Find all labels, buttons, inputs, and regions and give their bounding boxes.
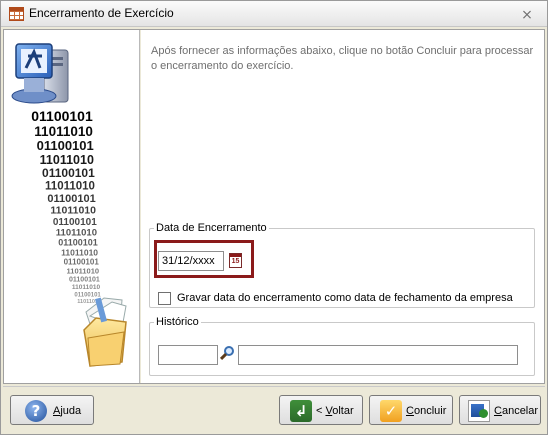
- help-icon: ?: [25, 400, 47, 422]
- historico-code-input[interactable]: [158, 345, 218, 365]
- binary-line: 11011010: [50, 205, 96, 217]
- intro-text: Após fornecer as informações abaixo, cli…: [151, 45, 534, 72]
- binary-line: 11011010: [61, 247, 98, 257]
- title-bar[interactable]: Encerramento de Exercício ⨯: [1, 1, 547, 27]
- wizard-side-panel: 01100101 11011010 01100101 11011010 01100101…: [4, 30, 140, 383]
- calendar-icon[interactable]: 15: [229, 253, 242, 268]
- search-icon[interactable]: [219, 345, 235, 363]
- binary-line: 11011010: [45, 181, 95, 193]
- open-folder-icon: [83, 297, 127, 367]
- binary-code-stream: 0110010111011010011001011101101001100101…: [31, 108, 101, 305]
- binary-line: 01100101: [58, 238, 98, 248]
- binary-line: 11011010: [67, 266, 100, 275]
- dialog-content: 01100101 11011010 01100101 11011010 01100101…: [3, 29, 545, 384]
- save-closing-date-checkbox[interactable]: [158, 292, 171, 305]
- closing-date-input[interactable]: [158, 251, 224, 271]
- historico-description-input[interactable]: [238, 345, 518, 365]
- binary-line: 11011010: [40, 153, 94, 167]
- binary-line: 01100101: [69, 277, 100, 284]
- cancel-icon: [468, 400, 490, 422]
- historico-group: Histórico: [149, 316, 535, 376]
- binary-line: 01100101: [53, 217, 97, 228]
- historico-group-legend: Histórico: [156, 316, 199, 328]
- binary-line: 01100101: [42, 166, 95, 180]
- footer-divider: [3, 386, 545, 387]
- binary-line: 01100101: [64, 258, 100, 267]
- checkmark-icon: ✓: [380, 400, 402, 422]
- save-closing-date-label: Gravar data do encerramento como data de…: [177, 292, 513, 304]
- date-group-legend: Data de Encerramento: [156, 222, 267, 234]
- window-title: Encerramento de Exercício: [29, 6, 174, 20]
- computer-icon: [11, 43, 69, 104]
- binary-line: 11011010: [72, 284, 101, 291]
- binary-line: 11011010: [34, 124, 93, 139]
- binary-line: 01100101: [37, 138, 94, 153]
- back-arrow-icon: ↲: [290, 400, 312, 422]
- date-group: Data de Encerramento 15 Gravar data do e…: [149, 222, 535, 308]
- binary-line: 01100101: [31, 108, 93, 124]
- back-button[interactable]: ↲ < Voltar: [279, 395, 363, 425]
- cancel-button[interactable]: Cancelar: [459, 395, 541, 425]
- finish-button[interactable]: ✓ Concluir: [369, 395, 453, 425]
- dialog-window: Encerramento de Exercício ⨯ 01100101 110…: [0, 0, 548, 435]
- binary-line: 01100101: [74, 292, 101, 298]
- wizard-main-panel: Após fornecer as informações abaixo, cli…: [141, 30, 544, 383]
- computer-binary-illustration: 0110010111011010011001011101101001100101…: [11, 43, 127, 367]
- close-button[interactable]: ⨯: [519, 6, 535, 22]
- binary-line: 01100101: [47, 193, 95, 205]
- help-button[interactable]: ? Ajuda: [10, 395, 94, 425]
- calendar-table-icon: [9, 7, 24, 21]
